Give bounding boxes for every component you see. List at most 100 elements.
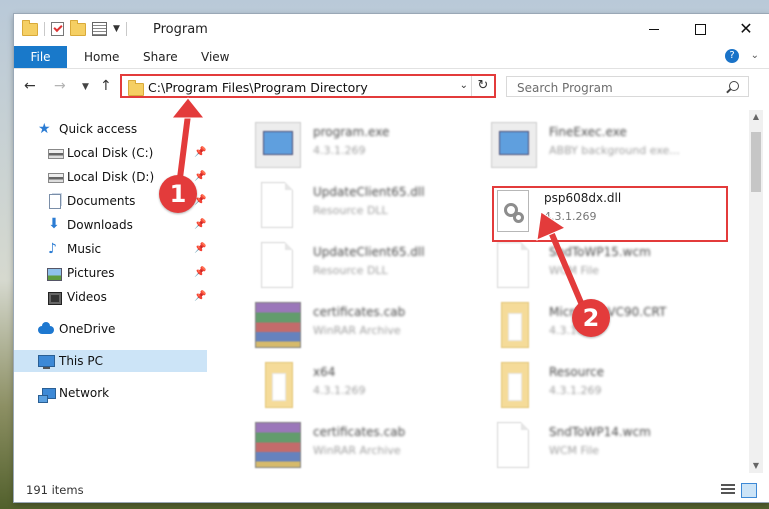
quick-access-toolbar: ▼ bbox=[22, 19, 127, 36]
new-folder-icon[interactable] bbox=[70, 19, 86, 36]
file-details: WinRAR Archive bbox=[313, 324, 401, 337]
pin-icon[interactable]: 📌 bbox=[194, 147, 206, 158]
file-details: 4.3.1.269 bbox=[313, 144, 366, 157]
window-controls: ✕ bbox=[631, 14, 769, 44]
forward-arrow-icon[interactable]: → bbox=[54, 78, 66, 94]
winrar-archive-icon bbox=[255, 302, 301, 348]
file-item[interactable]: UpdateClient65.dll Resource DLL bbox=[241, 236, 471, 292]
file-details: WCM File bbox=[549, 264, 599, 277]
properties-check-icon[interactable] bbox=[51, 22, 64, 36]
file-item[interactable]: x64 4.3.1.269 bbox=[241, 356, 471, 412]
folder-icon bbox=[501, 362, 529, 408]
help-icon[interactable]: ? bbox=[725, 49, 739, 63]
properties-icon[interactable] bbox=[92, 22, 107, 36]
minimize-button[interactable] bbox=[631, 14, 677, 44]
tab-file[interactable]: File bbox=[14, 46, 67, 68]
disk-icon bbox=[48, 173, 64, 183]
tab-share[interactable]: Share bbox=[143, 46, 178, 68]
maximize-icon bbox=[694, 23, 706, 35]
scrollbar-thumb[interactable] bbox=[751, 132, 761, 192]
file-item[interactable]: Resource 4.3.1.269 bbox=[477, 356, 707, 412]
sidebar-item-label: Videos bbox=[67, 290, 107, 304]
close-button[interactable]: ✕ bbox=[723, 14, 769, 44]
sidebar-item-this-pc[interactable]: This PC bbox=[14, 350, 207, 372]
search-box[interactable] bbox=[506, 76, 749, 97]
file-explorer-window: ▼ Program ✕ File Home Share View ⌄ ? ← →… bbox=[14, 14, 769, 502]
recent-locations-chevron-icon[interactable]: ▼ bbox=[82, 82, 89, 92]
file-name: x64 bbox=[313, 365, 336, 379]
sidebar-item-downloads[interactable]: ⬇ Downloads 📌 bbox=[14, 214, 208, 236]
maximize-button[interactable] bbox=[677, 14, 723, 44]
folder-icon bbox=[128, 80, 144, 96]
documents-icon bbox=[49, 194, 61, 209]
scroll-up-icon[interactable]: ▲ bbox=[749, 110, 763, 124]
scroll-down-icon[interactable]: ▼ bbox=[749, 459, 763, 473]
file-item[interactable]: program.exe 4.3.1.269 bbox=[241, 116, 471, 172]
pin-icon[interactable]: 📌 bbox=[194, 171, 206, 182]
music-icon: ♪ bbox=[48, 241, 57, 257]
file-item[interactable]: SndToWP15.wcm WCM File bbox=[477, 236, 707, 292]
tab-home[interactable]: Home bbox=[84, 46, 119, 68]
folder-icon bbox=[22, 19, 38, 36]
winrar-archive-icon bbox=[255, 422, 301, 468]
file-name: Resource bbox=[549, 365, 605, 379]
pin-icon[interactable]: 📌 bbox=[194, 219, 206, 230]
sidebar-item-network[interactable]: Network bbox=[14, 382, 208, 404]
search-input[interactable] bbox=[515, 78, 729, 97]
wcm-file-icon bbox=[497, 242, 529, 288]
file-item[interactable]: certificates.cab WinRAR Archive bbox=[241, 416, 471, 472]
tab-view[interactable]: View bbox=[201, 46, 229, 68]
folder-icon bbox=[501, 302, 529, 348]
details-view-icon[interactable] bbox=[721, 484, 735, 496]
sidebar-item-videos[interactable]: Videos 📌 bbox=[14, 286, 208, 308]
up-arrow-icon[interactable]: ↑ bbox=[100, 78, 112, 94]
file-details: Resource DLL bbox=[313, 264, 388, 277]
minimize-icon bbox=[649, 28, 659, 30]
file-item[interactable]: SndToWP14.wcm WCM File bbox=[477, 416, 707, 472]
computer-icon bbox=[38, 355, 55, 369]
sidebar-item-music[interactable]: ♪ Music 📌 bbox=[14, 238, 208, 260]
title-bar: ▼ Program ✕ bbox=[14, 14, 769, 46]
file-item[interactable]: certificates.cab WinRAR Archive bbox=[241, 296, 471, 352]
pin-icon[interactable]: 📌 bbox=[194, 267, 206, 278]
search-icon bbox=[729, 81, 739, 91]
download-icon: ⬇ bbox=[48, 216, 60, 232]
large-icons-view-icon[interactable] bbox=[741, 483, 757, 498]
address-path[interactable]: C:\Program Files\Program Directory bbox=[148, 80, 368, 95]
back-arrow-icon[interactable]: ← bbox=[24, 78, 36, 94]
file-name: FineExec.exe bbox=[549, 125, 627, 139]
customize-toolbar-chevron-icon[interactable]: ▼ bbox=[113, 24, 120, 34]
address-history-chevron-icon[interactable]: ⌄ bbox=[460, 80, 468, 91]
refresh-icon[interactable]: ↻ bbox=[471, 76, 494, 96]
sidebar-item-pictures[interactable]: Pictures 📌 bbox=[14, 262, 208, 284]
callout-1: 1 bbox=[159, 175, 197, 213]
sidebar-item-label: Downloads bbox=[67, 218, 133, 232]
sidebar-item-quick-access[interactable]: ★ Quick access bbox=[14, 118, 208, 140]
sidebar-item-local-disk-c[interactable]: Local Disk (C:) 📌 bbox=[14, 142, 208, 164]
file-item[interactable]: FineExec.exe ABBY background exe... bbox=[477, 116, 707, 172]
vertical-scrollbar[interactable]: ▲ ▼ bbox=[749, 110, 763, 473]
sidebar-item-label: This PC bbox=[59, 354, 103, 368]
window-title: Program bbox=[153, 22, 208, 37]
cloud-icon bbox=[38, 322, 54, 334]
toolbar-divider bbox=[125, 22, 127, 36]
pin-icon[interactable]: 📌 bbox=[194, 291, 206, 302]
file-details: ABBY background exe... bbox=[549, 144, 680, 157]
exe-file-icon bbox=[491, 122, 537, 168]
expand-ribbon-chevron-icon[interactable]: ⌄ bbox=[751, 50, 759, 61]
file-name: program.exe bbox=[313, 125, 390, 139]
file-details: WinRAR Archive bbox=[313, 444, 401, 457]
exe-file-icon bbox=[255, 122, 301, 168]
pin-icon[interactable]: 📌 bbox=[194, 243, 206, 254]
star-icon: ★ bbox=[38, 121, 51, 137]
file-name: SndToWP14.wcm bbox=[549, 425, 651, 439]
callout-2: 2 bbox=[572, 299, 610, 337]
status-bar: 191 items bbox=[14, 478, 769, 502]
close-icon: ✕ bbox=[739, 19, 753, 38]
file-item[interactable]: UpdateClient65.dll Resource DLL bbox=[241, 176, 471, 232]
address-bar[interactable]: C:\Program Files\Program Directory ⌄ ↻ bbox=[120, 74, 496, 98]
sidebar-item-label: Pictures bbox=[67, 266, 115, 280]
file-details: WCM File bbox=[549, 444, 599, 457]
sidebar-item-onedrive[interactable]: OneDrive bbox=[14, 318, 208, 340]
dll-file-icon bbox=[261, 242, 293, 288]
